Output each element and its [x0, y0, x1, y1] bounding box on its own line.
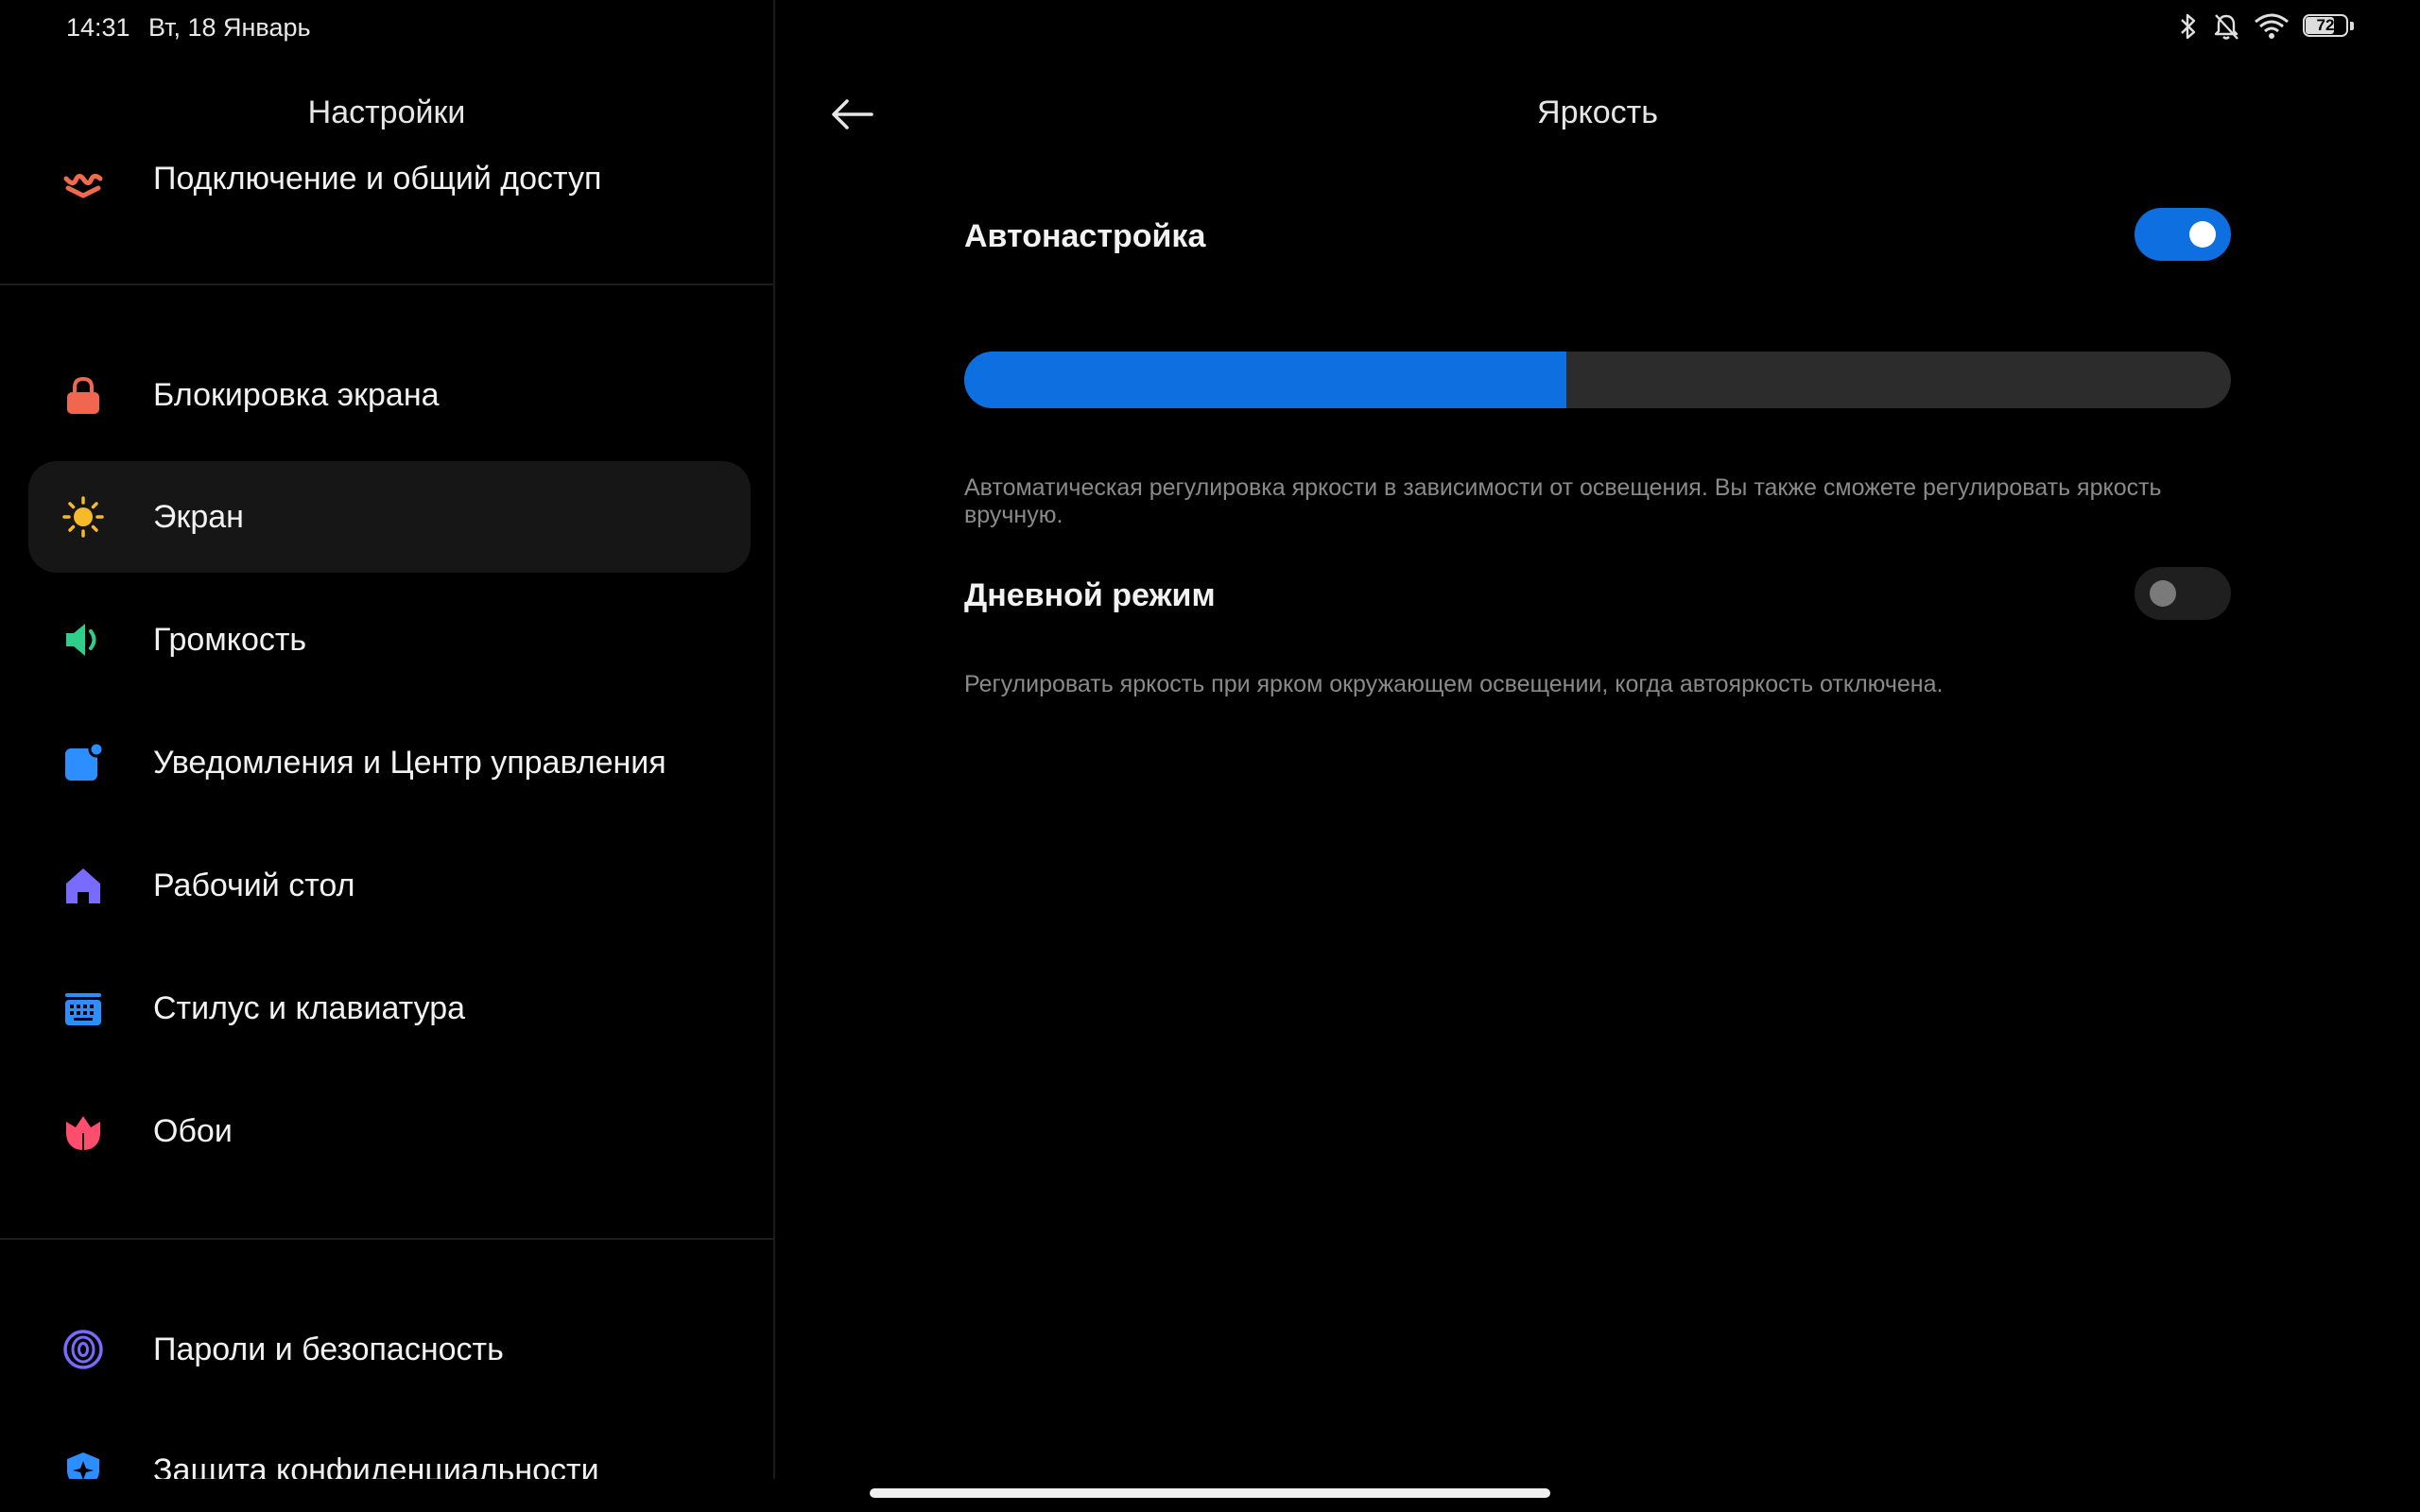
daylight-mode-toggle[interactable]: [2135, 567, 2231, 620]
settings-sidebar: Настройки Подключение и общий доступ Бло…: [0, 0, 775, 1479]
sidebar-item-connection-sharing[interactable]: Подключение и общий доступ: [28, 123, 751, 234]
sidebar-item-privacy[interactable]: Защита конфиденциальности: [28, 1415, 751, 1479]
sidebar-item-label: Экран: [153, 499, 244, 535]
auto-brightness-toggle[interactable]: [2135, 208, 2231, 261]
sidebar-item-label: Защита конфиденциальности: [153, 1452, 599, 1479]
privacy-shield-icon: [62, 1450, 104, 1479]
sidebar-item-passwords-security[interactable]: Пароли и безопасность: [28, 1294, 751, 1405]
brightness-slider-fill: [964, 352, 1566, 408]
tulip-icon: [62, 1110, 104, 1152]
sidebar-item-label: Рабочий стол: [153, 868, 355, 903]
sidebar-item-stylus-keyboard[interactable]: Стилус и клавиатура: [28, 953, 751, 1064]
keyboard-icon: [62, 988, 104, 1029]
back-button[interactable]: [824, 91, 881, 138]
toggle-knob: [2150, 580, 2176, 607]
sidebar-item-lock-screen[interactable]: Блокировка экрана: [28, 339, 751, 451]
sidebar-item-label: Блокировка экрана: [153, 377, 440, 413]
bluetooth-icon: [2178, 11, 2199, 42]
daylight-mode-label: Дневной режим: [964, 577, 1216, 613]
fingerprint-icon: [62, 1329, 104, 1370]
sidebar-item-volume[interactable]: Громкость: [28, 584, 751, 696]
home-icon: [62, 865, 104, 906]
battery-icon: 72: [2303, 14, 2354, 39]
sidebar-item-label: Стилус и клавиатура: [153, 990, 466, 1026]
brightness-slider[interactable]: [964, 352, 2231, 408]
lock-icon: [62, 374, 104, 416]
auto-brightness-label: Автонастройка: [964, 218, 1206, 254]
notification-icon: [62, 742, 104, 783]
divider: [0, 1238, 773, 1240]
back-arrow-icon: [832, 99, 873, 129]
page-title: Яркость: [1537, 94, 1658, 130]
status-icons: 72: [2178, 11, 2354, 42]
daylight-mode-description: Регулировать яркость при ярком окружающе…: [964, 671, 1944, 697]
sidebar-item-label: Пароли и безопасность: [153, 1332, 504, 1367]
sidebar-item-wallpaper[interactable]: Обои: [28, 1075, 751, 1187]
sidebar-item-label: Подключение и общий доступ: [153, 161, 602, 197]
auto-brightness-description: Автоматическая регулировка яркости в зав…: [964, 474, 2162, 528]
sidebar-item-desktop[interactable]: Рабочий стол: [28, 830, 751, 941]
speaker-icon: [62, 619, 104, 661]
wifi-icon: [2254, 12, 2290, 41]
toggle-knob: [2189, 221, 2216, 248]
sidebar-item-display[interactable]: Экран: [28, 461, 751, 573]
sun-icon: [62, 496, 104, 538]
home-indicator[interactable]: [870, 1488, 1550, 1498]
bell-muted-icon: [2212, 11, 2240, 42]
battery-level: 72: [2316, 16, 2335, 34]
sidebar-item-label: Обои: [153, 1113, 233, 1149]
sidebar-item-label: Уведомления и Центр управления: [153, 745, 666, 781]
divider: [0, 284, 773, 285]
connection-sharing-icon: [62, 158, 104, 199]
sidebar-item-notifications[interactable]: Уведомления и Центр управления: [28, 707, 751, 818]
settings-screen: 14:31 Вт, 18 Январь 72 Настройки Подключ…: [0, 0, 2420, 1512]
sidebar-item-label: Громкость: [153, 622, 307, 658]
